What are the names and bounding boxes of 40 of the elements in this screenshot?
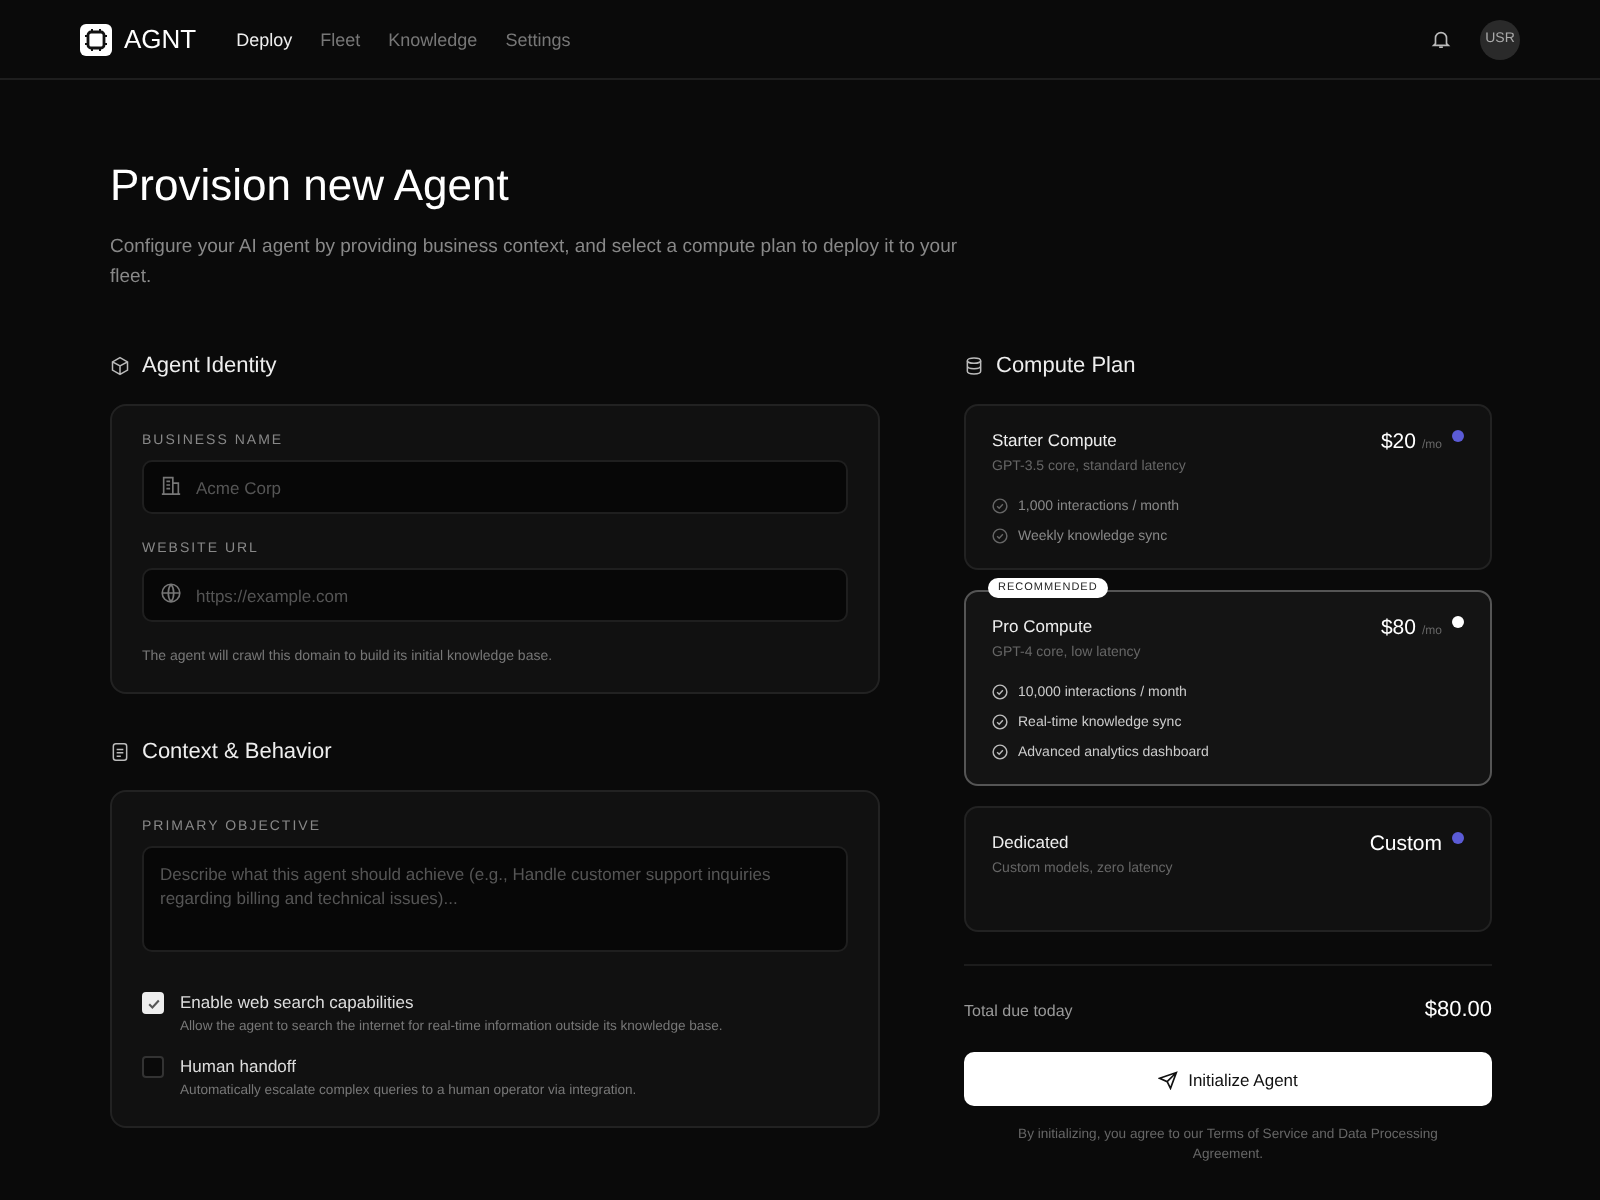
bell-icon[interactable]: [1430, 28, 1452, 50]
plan-price: Custom: [1369, 832, 1442, 856]
nav-tab[interactable]: Knowledge: [388, 29, 478, 49]
plan-price: $20: [1380, 430, 1416, 454]
page-title: Provision new Agent: [110, 160, 511, 212]
brand-name: AGNT: [124, 24, 197, 54]
radio-dot[interactable]: [1452, 616, 1464, 628]
check-circle-icon: [992, 744, 1008, 760]
check-circle-icon: [992, 684, 1008, 700]
radio-dot[interactable]: [1452, 430, 1464, 442]
nav-tab[interactable]: Fleet: [320, 29, 361, 49]
option-label: Human handoff: [180, 1056, 298, 1076]
check-circle-icon: [992, 528, 1008, 544]
section-title: Compute Plan: [996, 354, 1136, 378]
total-amount: $80.00: [1424, 998, 1492, 1022]
document-icon: [110, 742, 130, 762]
check-circle-icon: [992, 714, 1008, 730]
check-circle-icon: [992, 498, 1008, 514]
nav-tab[interactable]: Deploy: [236, 29, 293, 49]
input-field[interactable]: Acme Corp: [142, 460, 848, 514]
initialize-button[interactable]: Initialize Agent: [964, 1052, 1492, 1106]
send-icon: [1158, 1069, 1179, 1089]
option-label: Enable web search capabilities: [180, 992, 416, 1012]
plan-price: $80: [1380, 616, 1416, 640]
checkmark-icon: [145, 995, 161, 1011]
logo-icon: [80, 23, 112, 55]
plan-name: Dedicated: [992, 832, 1071, 852]
objective-textarea[interactable]: Describe what this agent should achieve (e.g., Handle customer support inquiries regarding billing and technical issues)...: [142, 846, 848, 952]
input-field[interactable]: https://example.com: [142, 568, 848, 622]
section-title: Agent Identity: [142, 354, 277, 378]
page-subtitle: Configure your AI agent by providing business context, and select a compute plan to deploy it to your fleet.: [110, 234, 960, 292]
nav-tab[interactable]: Settings: [505, 29, 571, 49]
plan-name: Pro Compute: [992, 616, 1095, 636]
section-title: Context & Behavior: [142, 740, 332, 764]
total-label: Total due today: [964, 1001, 1073, 1019]
plan-name: Starter Compute: [992, 430, 1119, 450]
radio-dot[interactable]: [1452, 832, 1464, 844]
checkbox[interactable]: [142, 1056, 164, 1078]
database-icon: [964, 356, 984, 376]
cube-icon: [110, 356, 130, 376]
